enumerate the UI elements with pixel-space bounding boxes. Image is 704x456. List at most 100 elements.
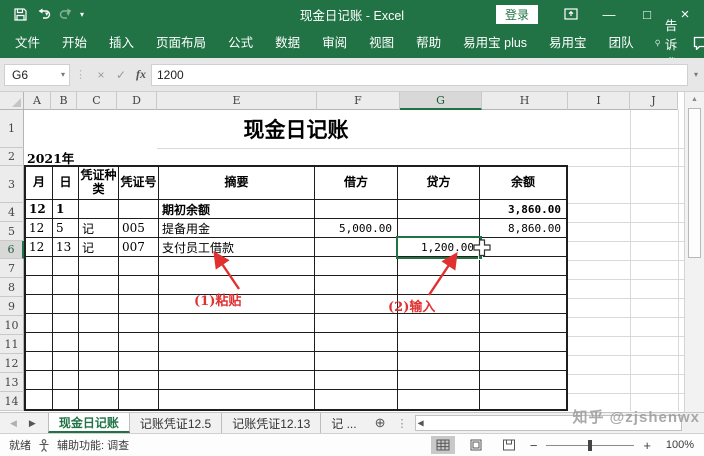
ribbon-tab-file[interactable]: 文件 <box>0 28 51 58</box>
selected-cell-border[interactable] <box>396 236 482 259</box>
row-header-8[interactable]: 8 <box>0 278 24 297</box>
header-balance[interactable]: 余额 <box>480 167 566 199</box>
cell-d5[interactable]: 005 <box>119 219 159 237</box>
empty-cell[interactable] <box>159 333 315 351</box>
insert-function-icon[interactable]: fx <box>131 67 151 82</box>
empty-cell[interactable] <box>398 371 480 389</box>
empty-cell[interactable] <box>53 257 79 275</box>
cell-f5[interactable]: 5,000.00 <box>315 219 398 237</box>
column-header-d[interactable]: D <box>117 92 157 110</box>
cell-h5[interactable]: 8,860.00 <box>480 219 566 237</box>
empty-cell[interactable] <box>480 257 566 275</box>
empty-cell[interactable] <box>480 276 566 294</box>
column-header-i[interactable]: I <box>568 92 630 110</box>
cell-g4[interactable] <box>398 200 480 218</box>
page-layout-view-icon[interactable] <box>464 436 488 454</box>
cell-h6[interactable] <box>480 238 566 256</box>
empty-cell[interactable] <box>398 333 480 351</box>
cell-h4[interactable]: 3,860.00 <box>480 200 566 218</box>
empty-cell[interactable] <box>119 390 159 409</box>
empty-cell[interactable] <box>159 371 315 389</box>
minimize-button[interactable]: — <box>590 0 628 28</box>
sheet-tab-cash-journal[interactable]: 现金日记账 <box>48 413 130 433</box>
zoom-slider[interactable] <box>546 445 634 446</box>
cell-a5[interactable]: 12 <box>26 219 53 237</box>
empty-cell[interactable] <box>315 390 398 409</box>
vertical-scrollbar-thumb[interactable] <box>688 108 701 258</box>
empty-cell[interactable] <box>159 314 315 332</box>
empty-cell[interactable] <box>119 295 159 313</box>
cell-a4[interactable]: 12 <box>26 200 53 218</box>
column-header-g[interactable]: G <box>400 92 482 110</box>
empty-cell[interactable] <box>315 257 398 275</box>
column-header-j[interactable]: J <box>630 92 678 110</box>
customize-qat-icon[interactable]: ▾ <box>80 10 84 19</box>
empty-cell[interactable] <box>480 333 566 351</box>
empty-cell[interactable] <box>398 276 480 294</box>
save-icon[interactable] <box>14 8 27 21</box>
row-header-4[interactable]: 4 <box>0 203 24 222</box>
cell-b6[interactable]: 13 <box>53 238 79 256</box>
empty-cell[interactable] <box>79 314 119 332</box>
cell-c4[interactable] <box>79 200 119 218</box>
empty-cell[interactable] <box>26 257 53 275</box>
empty-cell[interactable] <box>53 390 79 409</box>
vertical-scrollbar[interactable]: ▲ ▼ <box>684 92 704 424</box>
empty-cell[interactable] <box>315 371 398 389</box>
empty-cell[interactable] <box>53 333 79 351</box>
row-header-13[interactable]: 13 <box>0 373 24 392</box>
empty-cell[interactable] <box>398 390 480 409</box>
row-header-6[interactable]: 6 <box>0 241 24 259</box>
row-header-10[interactable]: 10 <box>0 316 24 335</box>
empty-cell[interactable] <box>26 390 53 409</box>
cell-c6[interactable]: 记 <box>79 238 119 256</box>
row-header-3[interactable]: 3 <box>0 166 24 203</box>
header-voucher-no[interactable]: 凭证号 <box>119 167 159 199</box>
column-header-f[interactable]: F <box>317 92 400 110</box>
year-cell[interactable]: 2021年 <box>24 148 157 166</box>
column-header-a[interactable]: A <box>24 92 51 110</box>
select-all-corner[interactable] <box>0 92 24 110</box>
sheet-tab-voucher-12-13[interactable]: 记账凭证12.13 <box>222 413 321 433</box>
column-header-e[interactable]: E <box>157 92 317 110</box>
empty-cell[interactable] <box>26 295 53 313</box>
empty-cell[interactable] <box>119 276 159 294</box>
header-credit[interactable]: 贷方 <box>398 167 480 199</box>
previous-sheet-icon[interactable]: ◀ <box>10 418 17 429</box>
row-header-7[interactable]: 7 <box>0 259 24 278</box>
header-debit[interactable]: 借方 <box>315 167 398 199</box>
empty-cell[interactable] <box>315 295 398 313</box>
ribbon-tab-help[interactable]: 帮助 <box>405 28 452 58</box>
empty-cell[interactable] <box>26 314 53 332</box>
row-header-11[interactable]: 11 <box>0 335 24 354</box>
ribbon-tab-page-layout[interactable]: 页面布局 <box>145 28 217 58</box>
empty-cell[interactable] <box>119 371 159 389</box>
empty-cell[interactable] <box>26 276 53 294</box>
cancel-icon[interactable]: × <box>91 68 111 82</box>
empty-cell[interactable] <box>480 371 566 389</box>
row-header-9[interactable]: 9 <box>0 297 24 316</box>
sheet-title-cell[interactable]: 现金日记账 <box>24 110 568 148</box>
normal-view-icon[interactable] <box>431 436 455 454</box>
formula-input[interactable]: 1200 <box>151 64 688 86</box>
empty-cell[interactable] <box>480 352 566 370</box>
header-voucher-type[interactable]: 凭证种类 <box>79 167 119 199</box>
ribbon-tab-yiyongbao[interactable]: 易用宝 <box>538 28 598 58</box>
empty-cell[interactable] <box>315 352 398 370</box>
column-header-b[interactable]: B <box>51 92 77 110</box>
empty-cell[interactable] <box>53 314 79 332</box>
cell-b5[interactable]: 5 <box>53 219 79 237</box>
redo-dropdown-icon[interactable]: ▾ <box>67 10 71 18</box>
empty-cell[interactable] <box>398 352 480 370</box>
column-header-c[interactable]: C <box>77 92 117 110</box>
cell-f6[interactable] <box>315 238 398 256</box>
ribbon-tab-team[interactable]: 团队 <box>598 28 645 58</box>
empty-cell[interactable] <box>26 371 53 389</box>
empty-cell[interactable] <box>26 352 53 370</box>
empty-cell[interactable] <box>398 257 480 275</box>
empty-cell[interactable] <box>315 276 398 294</box>
ribbon-tab-yiyongbao-plus[interactable]: 易用宝 plus <box>452 28 538 58</box>
zoom-in-icon[interactable]: + <box>643 438 651 453</box>
empty-cell[interactable] <box>53 371 79 389</box>
zoom-level[interactable]: 100% <box>660 439 694 451</box>
